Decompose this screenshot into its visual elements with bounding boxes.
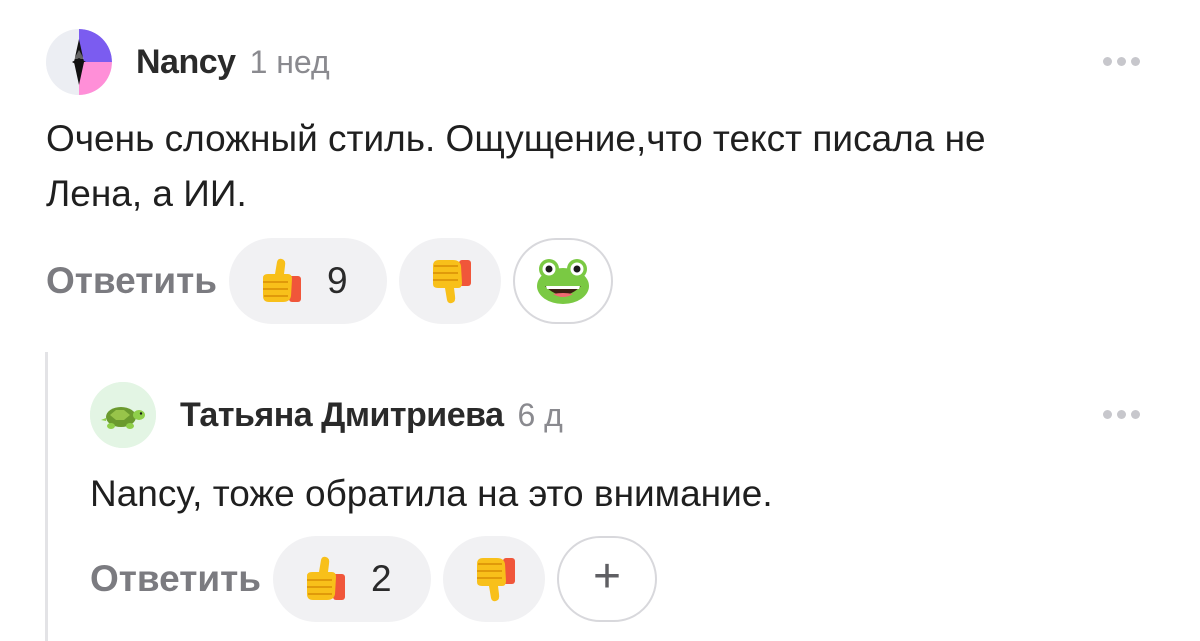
dot-icon	[1131, 57, 1140, 66]
comment-actions: Ответить 2 +	[90, 536, 669, 622]
like-button[interactable]: 9	[228, 238, 387, 324]
reply-thread-line	[45, 352, 48, 641]
comment-text: Nancy, тоже обратила на это внимание.	[90, 466, 773, 521]
add-reaction-button[interactable]: +	[556, 536, 657, 622]
reaction-button[interactable]	[512, 238, 613, 324]
more-options-button[interactable]	[1103, 57, 1140, 66]
comment-text-line: Очень сложный стиль. Ощущение,что текст …	[46, 118, 986, 159]
reply-button[interactable]: Ответить	[90, 558, 261, 600]
timestamp: 1 нед	[249, 43, 330, 80]
comment-text-line: Nancy, тоже обратила на это внимание.	[90, 473, 773, 514]
thumbs-up-icon	[262, 258, 301, 302]
more-options-button[interactable]	[1103, 410, 1140, 419]
dot-icon	[1131, 410, 1140, 419]
plus-icon: +	[592, 550, 621, 603]
timestamp: 6 д	[517, 396, 563, 433]
dislike-button[interactable]	[398, 238, 501, 324]
comments-page: Nancy 1 нед Очень сложный стиль. Ощущени…	[0, 0, 1200, 641]
comment-header: Nancy 1 нед	[46, 29, 330, 95]
reply-button[interactable]: Ответить	[46, 260, 217, 302]
frog-emoji-icon	[536, 259, 589, 304]
author-name[interactable]: Татьяна Дмитриева	[180, 396, 504, 435]
thumbs-up-icon	[306, 556, 345, 600]
avatar[interactable]	[46, 29, 112, 95]
avatar[interactable]	[90, 382, 156, 448]
like-count: 2	[370, 558, 392, 599]
thumbs-down-icon	[476, 558, 515, 602]
comment-text-line: Лена, а ИИ.	[46, 173, 247, 214]
turtle-avatar-icon	[90, 382, 156, 448]
comment-header: Татьяна Дмитриева 6 д	[90, 382, 563, 448]
avatar-image	[46, 29, 112, 95]
thumbs-down-icon	[432, 260, 471, 304]
dot-icon	[1103, 410, 1112, 419]
dot-icon	[1103, 57, 1112, 66]
comment-actions: Ответить 9	[46, 238, 625, 324]
dislike-button[interactable]	[442, 536, 545, 622]
dot-icon	[1117, 57, 1126, 66]
comment-text: Очень сложный стиль. Ощущение,что текст …	[46, 111, 986, 221]
dot-icon	[1117, 410, 1126, 419]
like-count: 9	[326, 260, 348, 301]
author-name[interactable]: Nancy	[136, 43, 236, 82]
like-button[interactable]: 2	[272, 536, 431, 622]
